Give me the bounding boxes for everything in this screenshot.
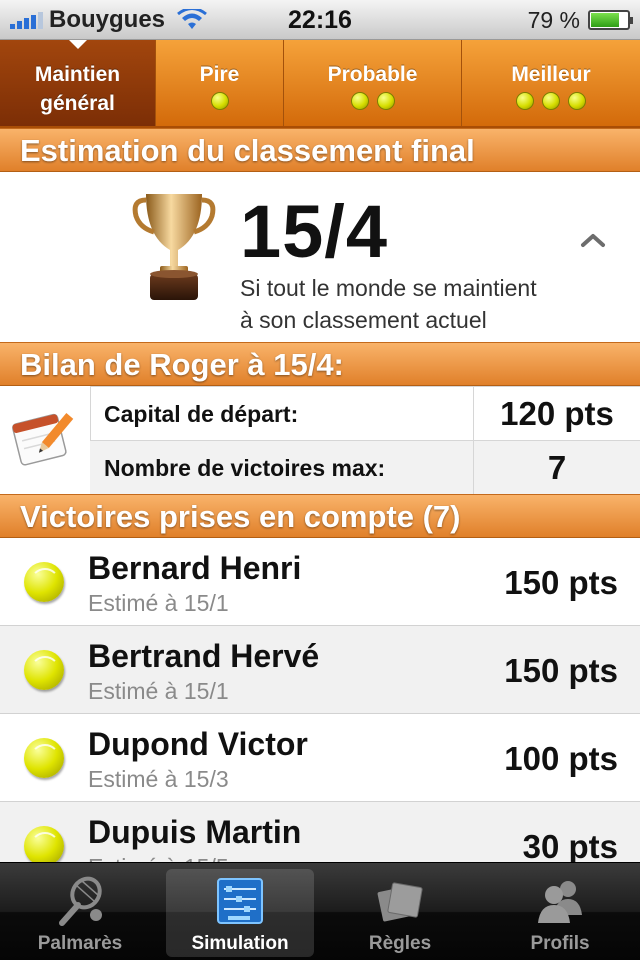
tennis-ball-icon: [376, 92, 395, 110]
bilan-header: Bilan de Roger à 15/4:: [0, 342, 640, 386]
victory-row[interactable]: Bertrand Hervé Estimé à 15/1 150 pts: [0, 626, 640, 714]
opponent-estimate: Estimé à 15/3: [88, 766, 229, 792]
difficulty-balls: [462, 92, 640, 110]
tennis-ball-icon: [542, 92, 560, 110]
cards-icon: [377, 882, 423, 922]
segment-maintien[interactable]: Maintien général: [0, 40, 156, 126]
battery-icon: [588, 10, 633, 30]
tab-profils[interactable]: Profils: [480, 863, 640, 960]
tab-bar: Palmarès Simulation Règles Profils: [0, 862, 640, 960]
victory-row[interactable]: Dupond Victor Estimé à 15/3 100 pts: [0, 714, 640, 802]
tab-simulation[interactable]: Simulation: [160, 863, 320, 960]
estimated-rank: 15/4: [240, 190, 389, 273]
tab-label: Palmarès: [37, 933, 123, 954]
difficulty-balls: [284, 92, 461, 110]
segment-label-line: Meilleur: [511, 63, 591, 86]
segment-label-line: Probable: [327, 63, 418, 86]
tennis-ball-icon: [24, 826, 64, 866]
bilan-value: 7: [473, 441, 640, 495]
opponent-name: Dupuis Martin: [88, 814, 302, 850]
segment-probable[interactable]: Probable: [284, 40, 462, 126]
battery-percent: 79 %: [527, 6, 580, 33]
tennis-ball-icon: [24, 562, 64, 602]
opponent-name: Dupond Victor: [88, 726, 308, 762]
victories-header: Victoires prises en compte (7): [0, 494, 640, 538]
battery-fill: [591, 13, 620, 27]
victory-points: 150 pts: [504, 652, 618, 689]
segment-label: Meilleur: [462, 40, 640, 88]
people-icon: [538, 881, 582, 923]
trophy-icon: [132, 194, 216, 300]
status-bar: Bouygues 22:16 79 %: [0, 0, 640, 40]
segment-label: Pire: [156, 40, 283, 88]
victory-points: 150 pts: [504, 564, 618, 601]
segment-meilleur[interactable]: Meilleur: [462, 40, 640, 126]
tab-label: Règles: [368, 933, 432, 954]
notepad-pencil-icon: [12, 413, 74, 466]
bilan-label: Capital de départ:: [104, 401, 299, 427]
segment-pire[interactable]: Pire: [156, 40, 284, 126]
status-right: 79 %: [527, 4, 633, 36]
segment-label-line: Pire: [199, 63, 240, 86]
segment-label-line: général: [40, 92, 115, 115]
opponent-estimate: Estimé à 15/1: [88, 590, 229, 616]
victory-points: 100 pts: [504, 740, 618, 777]
tennis-ball-icon: [568, 92, 586, 110]
opponent-name: Bernard Henri: [88, 550, 302, 586]
segment-label: Probable: [284, 40, 461, 88]
bilan-value: 120 pts: [473, 387, 640, 441]
segment-label-line: Maintien: [34, 63, 121, 86]
scenario-segmented-control: Maintien général Pire Probable Meilleur: [0, 40, 640, 128]
tennis-racket-icon: [59, 876, 102, 926]
tab-label: Profils: [530, 933, 590, 954]
chevron-up-icon[interactable]: [580, 232, 606, 248]
tennis-ball-icon: [516, 92, 534, 110]
tennis-ball-icon: [350, 92, 369, 110]
difficulty-balls: [156, 92, 283, 110]
tab-palmares[interactable]: Palmarès: [0, 863, 160, 960]
opponent-name: Bertrand Hervé: [88, 638, 320, 674]
estimation-note-line2: à son classement actuel: [240, 307, 487, 333]
tab-regles[interactable]: Règles: [320, 863, 480, 960]
estimation-note-line1: Si tout le monde se maintient: [240, 275, 537, 301]
tennis-ball-icon: [210, 92, 229, 110]
victory-points: 30 pts: [522, 828, 618, 865]
opponent-estimate: Estimé à 15/1: [88, 678, 229, 704]
tab-label: Simulation: [191, 933, 289, 954]
segment-label: Maintien général: [0, 40, 155, 118]
estimation-note: Si tout le monde se maintient à son clas…: [240, 272, 610, 336]
bilan-label: Nombre de victoires max:: [104, 455, 386, 481]
bilan-row-victoires-max: Nombre de victoires max: 7: [90, 440, 640, 495]
bilan-row-capital: Capital de départ: 120 pts: [90, 386, 640, 441]
estimation-header: Estimation du classement final: [0, 128, 640, 172]
victory-row[interactable]: Bernard Henri Estimé à 15/1 150 pts: [0, 538, 640, 626]
tennis-ball-icon: [24, 738, 64, 778]
abacus-icon: [217, 878, 263, 924]
tennis-ball-icon: [24, 650, 64, 690]
